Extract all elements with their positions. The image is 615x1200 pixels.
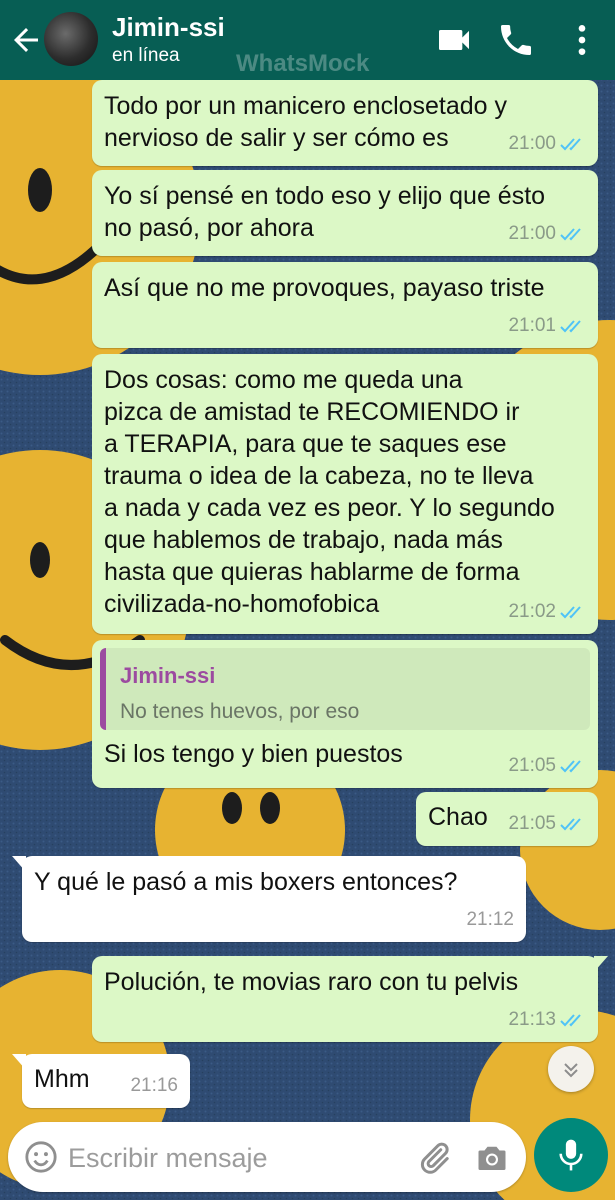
watermark: WhatsMock <box>236 50 370 77</box>
phone-icon[interactable] <box>496 20 536 60</box>
message-meta: 21:02 <box>508 596 586 628</box>
back-arrow-icon[interactable] <box>8 22 44 58</box>
message-bubble-outgoing[interactable]: Yo sí pensé en todo eso y elijo que ésto… <box>92 170 598 256</box>
quoted-sender: Jimin-ssi <box>120 663 216 688</box>
double-check-read-icon <box>560 1014 581 1027</box>
message-text: Dos cosas: como me queda una pizca de am… <box>104 366 555 618</box>
message-meta: 21:00 <box>508 218 586 250</box>
message-time: 21:01 <box>508 315 556 336</box>
emoji-icon[interactable] <box>24 1140 58 1174</box>
message-bubble-incoming[interactable]: Y qué le pasó a mis boxers entonces? 21:… <box>12 856 526 942</box>
message-bubble-outgoing[interactable]: Todo por un manicero enclosetado y nervi… <box>92 80 598 166</box>
message-bubble-outgoing-reply[interactable]: Jimin-ssi No tenes huevos, por eso Si lo… <box>92 640 598 788</box>
chat-header: Jimin-ssi en línea WhatsMock <box>0 0 615 80</box>
attach-icon[interactable] <box>416 1140 452 1176</box>
message-time: 21:16 <box>130 1075 178 1096</box>
message-bubble-outgoing[interactable]: Dos cosas: como me queda una pizca de am… <box>92 354 598 634</box>
message-meta: 21:05 <box>508 808 586 840</box>
message-bubble-incoming[interactable]: Mhm 21:16 <box>12 1054 190 1108</box>
message-time: 21:02 <box>508 601 556 622</box>
bubble-tail <box>12 1054 26 1070</box>
bubble-tail <box>594 956 608 972</box>
message-meta: 21:01 <box>508 310 586 342</box>
message-text: Polución, te movias raro con tu pelvis <box>104 968 519 996</box>
message-time: 21:13 <box>508 1009 556 1030</box>
bubble-tail <box>12 856 26 872</box>
message-time: 21:05 <box>508 813 556 834</box>
message-meta: 21:16 <box>130 1070 178 1102</box>
contact-name[interactable]: Jimin-ssi <box>112 12 225 43</box>
quoted-text: No tenes huevos, por eso <box>120 700 360 723</box>
message-composer <box>8 1122 526 1192</box>
message-time: 21:00 <box>508 133 556 154</box>
message-text: Y qué le pasó a mis boxers entonces? <box>34 868 458 896</box>
message-meta: 21:05 <box>508 750 586 782</box>
message-time: 21:12 <box>466 909 514 930</box>
double-check-read-icon <box>560 606 581 619</box>
message-bubble-outgoing[interactable]: Así que no me provoques, payaso triste 2… <box>92 262 598 348</box>
message-text: Así que no me provoques, payaso triste <box>104 274 545 302</box>
contact-status: en línea <box>112 45 180 66</box>
video-call-icon[interactable] <box>434 20 474 60</box>
double-check-read-icon <box>560 760 581 773</box>
double-chevron-down-icon <box>564 1063 578 1078</box>
message-meta: 21:00 <box>508 128 586 160</box>
double-check-read-icon <box>560 228 581 241</box>
message-time: 21:05 <box>508 755 556 776</box>
message-bubble-outgoing[interactable]: Chao 21:05 <box>416 792 598 846</box>
message-input[interactable] <box>66 1134 400 1182</box>
message-time: 21:00 <box>508 223 556 244</box>
quoted-message[interactable]: Jimin-ssi No tenes huevos, por eso <box>100 648 590 730</box>
avatar[interactable] <box>44 12 98 66</box>
mic-icon <box>559 1139 583 1171</box>
double-check-read-icon <box>560 138 581 151</box>
double-check-read-icon <box>560 320 581 333</box>
message-meta: 21:12 <box>466 904 514 936</box>
message-bubble-outgoing[interactable]: Polución, te movias raro con tu pelvis 2… <box>92 956 608 1042</box>
more-vert-icon[interactable] <box>562 20 602 60</box>
mic-button[interactable] <box>534 1118 608 1192</box>
camera-icon[interactable] <box>474 1140 510 1176</box>
scroll-to-bottom-button[interactable] <box>548 1046 594 1092</box>
double-check-read-icon <box>560 818 581 831</box>
message-meta: 21:13 <box>508 1004 586 1036</box>
